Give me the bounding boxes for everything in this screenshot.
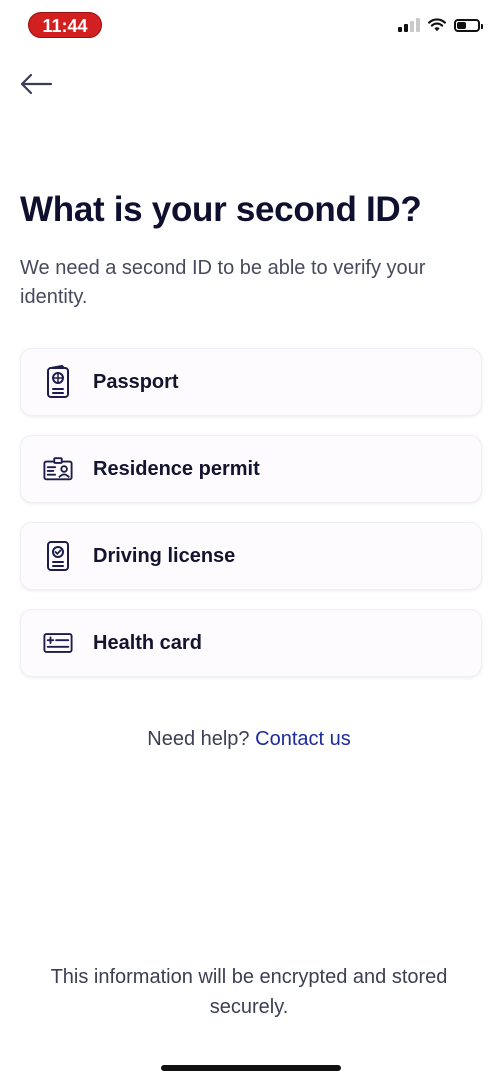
battery-fill <box>457 21 466 29</box>
health-card-icon <box>43 625 73 661</box>
wifi-icon <box>428 18 446 32</box>
battery-icon <box>454 18 483 32</box>
status-time: 11:44 <box>28 12 102 38</box>
option-label: Driving license <box>93 544 236 567</box>
page-title: What is your second ID? <box>20 190 422 229</box>
option-driving-license[interactable]: Driving license <box>20 522 482 590</box>
option-label: Residence permit <box>93 457 260 480</box>
passport-icon <box>43 364 73 400</box>
contact-us-link[interactable]: Contact us <box>255 728 351 750</box>
residence-permit-icon <box>43 451 73 487</box>
driving-license-icon <box>43 538 73 574</box>
option-passport[interactable]: Passport <box>20 348 482 416</box>
option-residence-permit[interactable]: Residence permit <box>20 435 482 503</box>
help-text: Need help? <box>147 728 250 750</box>
cellular-signal-icon <box>398 18 420 32</box>
arrow-left-icon <box>20 73 53 95</box>
encryption-note: This information will be encrypted and s… <box>50 966 448 1018</box>
home-indicator[interactable] <box>161 1065 341 1071</box>
page-subtitle: We need a second ID to be able to verify… <box>20 257 426 308</box>
option-label: Health card <box>93 631 202 654</box>
option-label: Passport <box>93 370 179 393</box>
status-icons <box>398 18 483 32</box>
status-bar: 11:44 <box>0 0 498 50</box>
back-button[interactable] <box>16 68 56 100</box>
id-options-list: Passport Residence permit Driving licens… <box>20 348 482 696</box>
help-line: Need help? Contact us <box>0 728 498 751</box>
option-health-card[interactable]: Health card <box>20 609 482 677</box>
